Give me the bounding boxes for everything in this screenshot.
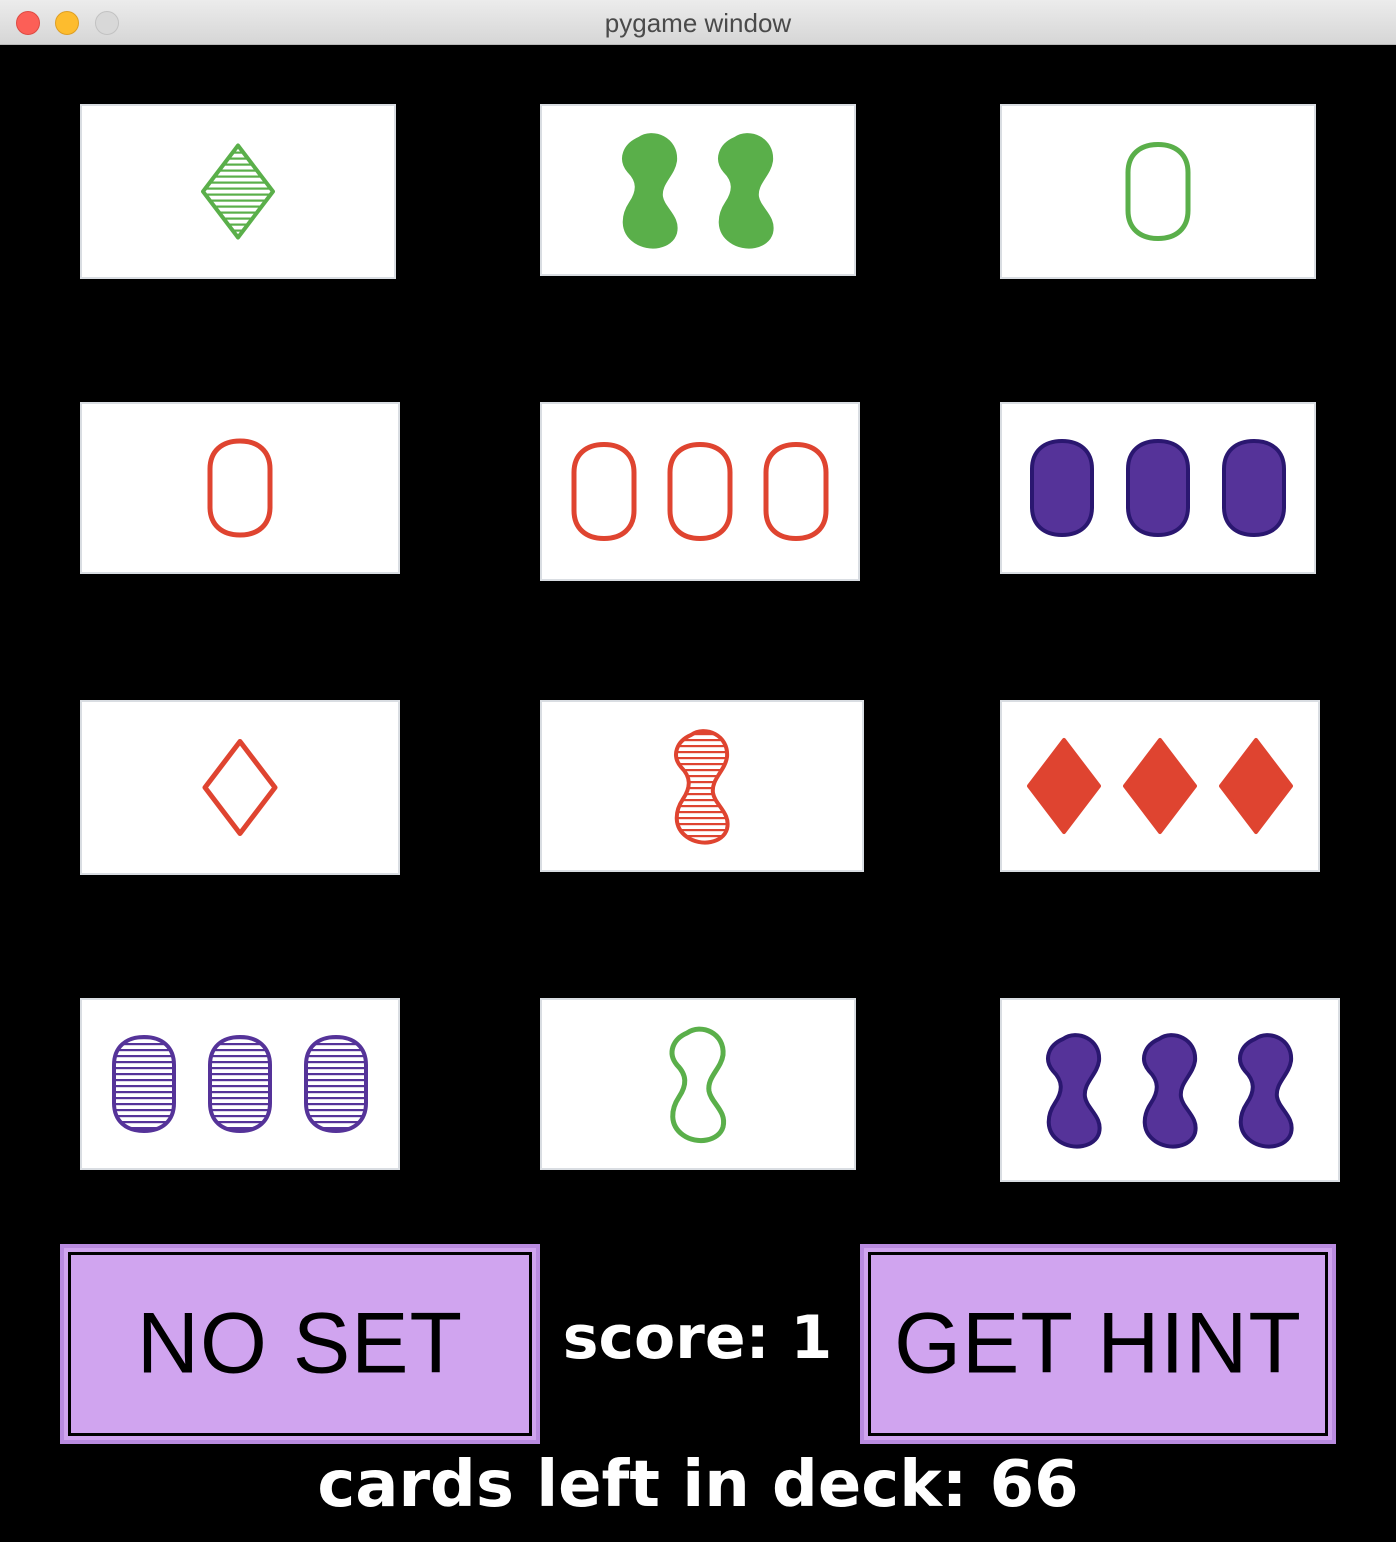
squiggle-symbol <box>1046 1033 1102 1149</box>
card[interactable] <box>1000 402 1316 574</box>
squiggle-symbol <box>674 729 730 845</box>
squiggle-symbol <box>1238 1033 1294 1149</box>
squiggle-symbol <box>669 1026 727 1144</box>
card-symbols <box>669 1026 727 1144</box>
window-title: pygame window <box>604 8 792 38</box>
card-symbols <box>1046 1033 1294 1149</box>
diamond-symbol <box>202 739 278 836</box>
get-hint-button[interactable]: GET HINT <box>860 1244 1336 1444</box>
card-symbols <box>571 442 829 541</box>
card-symbols <box>622 133 774 249</box>
oval-symbol <box>304 1035 368 1133</box>
card[interactable] <box>540 402 860 581</box>
card[interactable] <box>540 104 856 276</box>
oval-symbol <box>1030 439 1094 537</box>
oval-symbol <box>667 442 733 541</box>
card-symbols <box>1125 142 1191 241</box>
oval-symbol <box>112 1035 176 1133</box>
oval-symbol <box>207 438 273 538</box>
no-set-label: NO SET <box>136 1295 464 1392</box>
card[interactable] <box>80 104 396 279</box>
card[interactable] <box>1000 998 1340 1182</box>
squiggle-symbol <box>1142 1033 1198 1149</box>
card-symbols <box>112 1035 368 1133</box>
card[interactable] <box>1000 700 1320 872</box>
card[interactable] <box>540 998 856 1170</box>
get-hint-label: GET HINT <box>894 1295 1302 1392</box>
card[interactable] <box>80 402 400 574</box>
squiggle-symbol <box>718 133 774 249</box>
card-symbols <box>674 729 730 845</box>
oval-symbol <box>571 442 637 541</box>
diamond-symbol <box>201 143 275 240</box>
diamond-symbol <box>1027 738 1101 834</box>
card-symbols <box>207 438 273 538</box>
oval-symbol <box>1126 439 1190 537</box>
diamond-symbol <box>1123 738 1197 834</box>
card[interactable] <box>1000 104 1316 279</box>
card-symbols <box>1030 439 1286 537</box>
oval-symbol <box>1125 142 1191 241</box>
card-symbols <box>202 739 278 836</box>
card-symbols <box>1027 738 1293 834</box>
oval-symbol <box>208 1035 272 1133</box>
oval-symbol <box>763 442 829 541</box>
card[interactable] <box>80 700 400 875</box>
window-titlebar: pygame window <box>0 0 1396 45</box>
deck-count-display: cards left in deck: 66 <box>317 1448 1079 1522</box>
card-symbols <box>201 143 275 240</box>
oval-symbol <box>1222 439 1286 537</box>
squiggle-symbol <box>622 133 678 249</box>
no-set-button[interactable]: NO SET <box>60 1244 540 1444</box>
diamond-symbol <box>1219 738 1293 834</box>
card[interactable] <box>540 700 864 872</box>
score-display: score: 1 <box>562 1303 833 1373</box>
card[interactable] <box>80 998 400 1170</box>
